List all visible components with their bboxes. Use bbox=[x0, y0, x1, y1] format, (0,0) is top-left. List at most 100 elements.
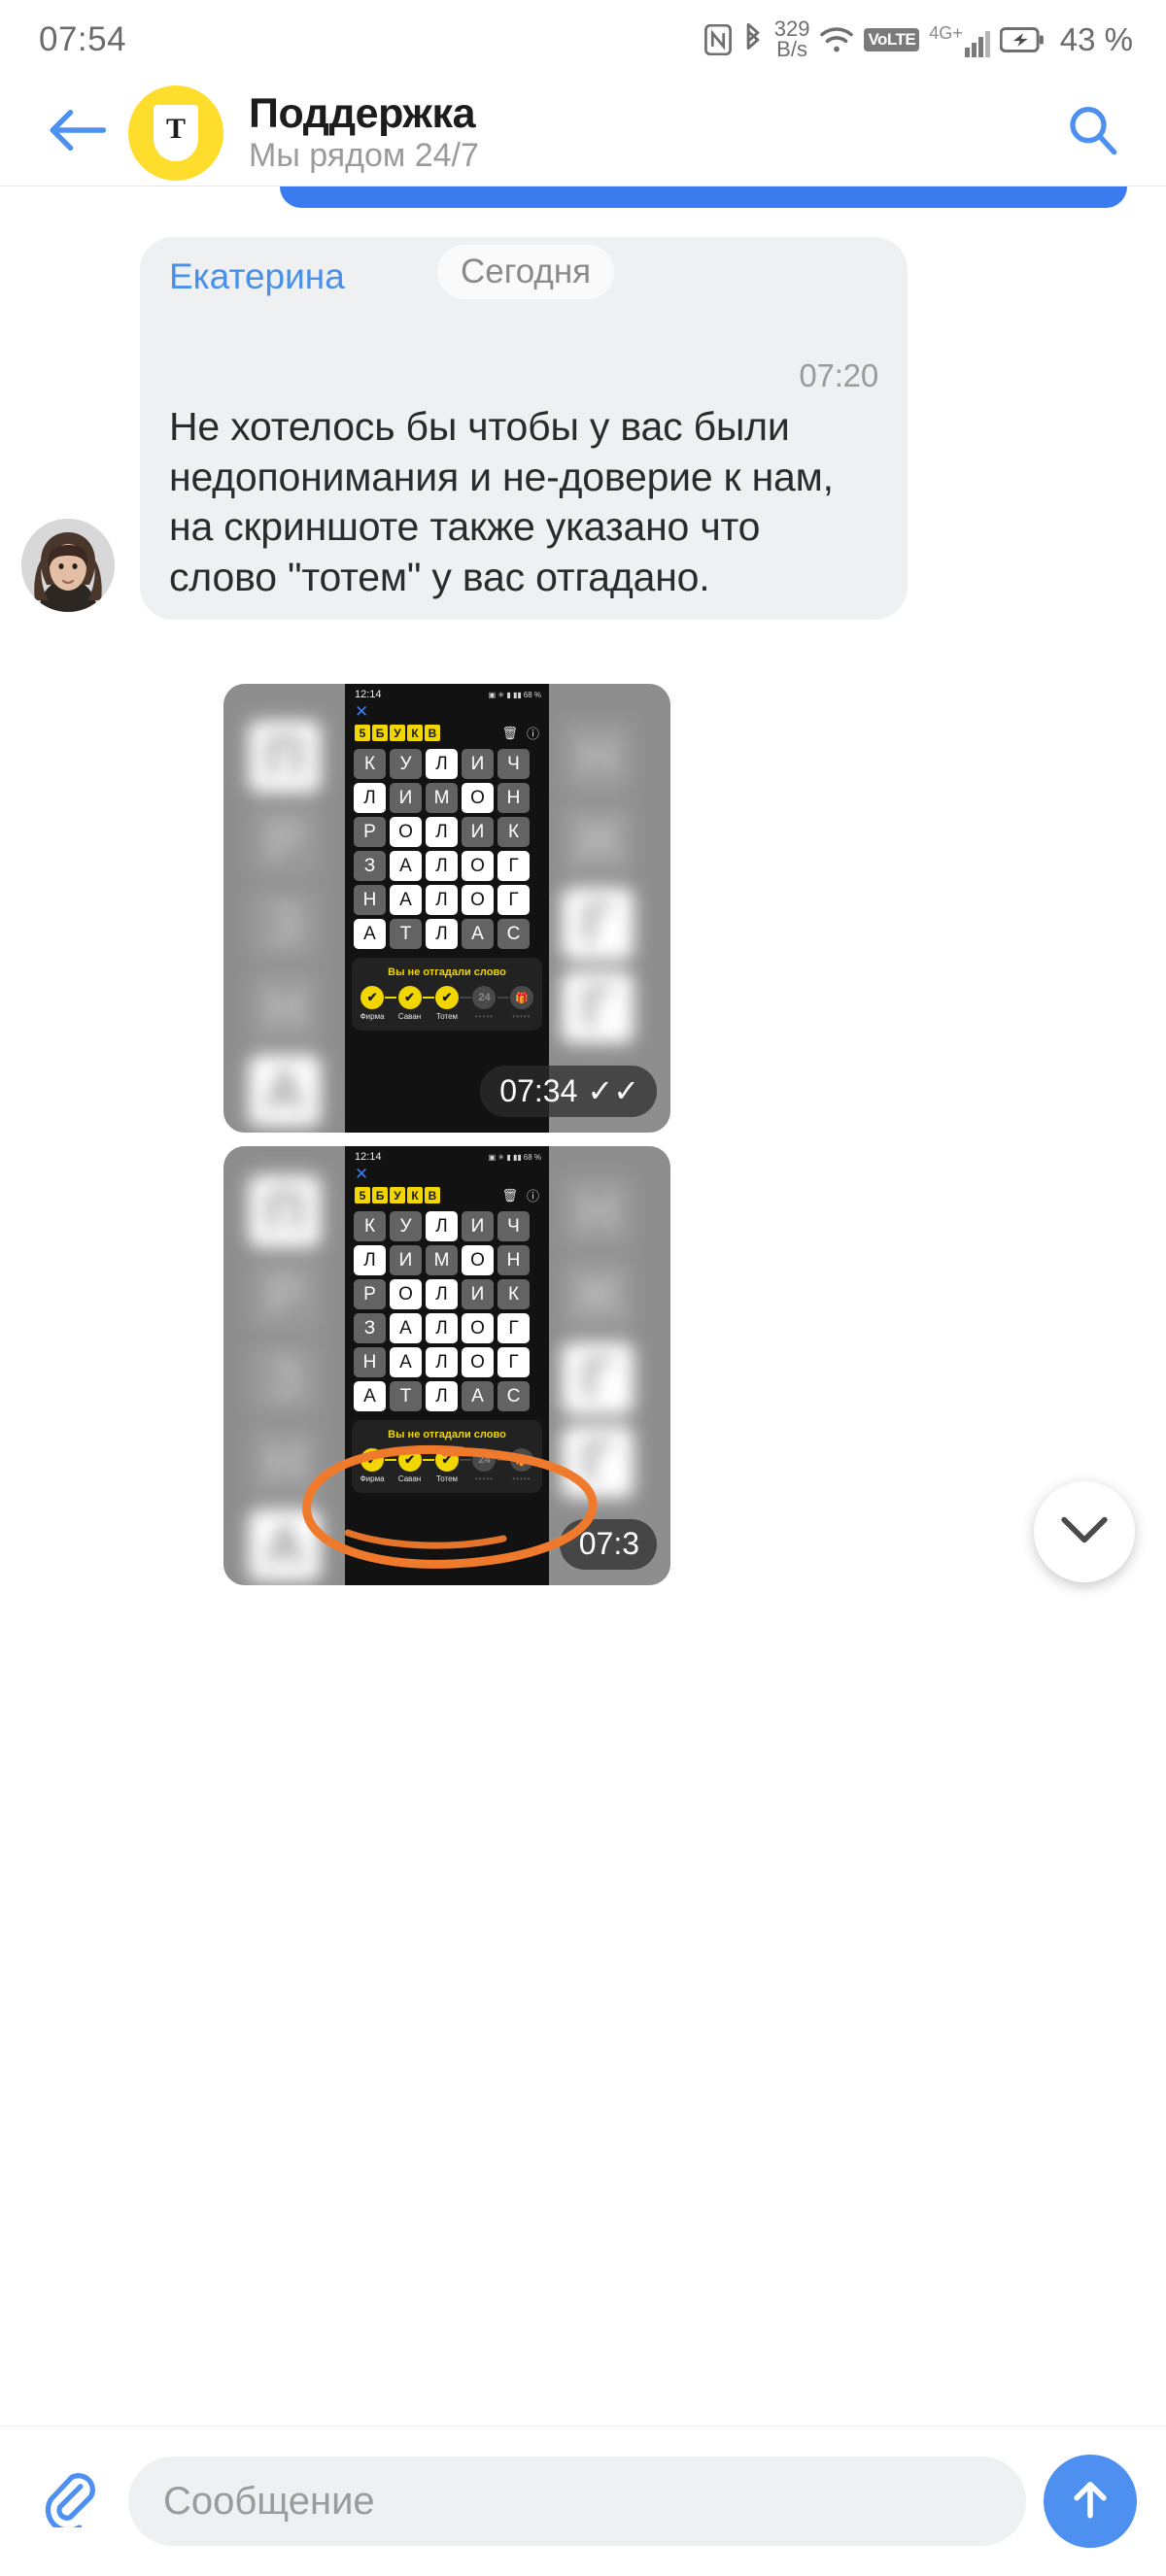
game-progress-track: ✔ Фирма ✔ Саван ✔ Тотем 24 ••••• 🎁 ••••• bbox=[360, 1448, 534, 1483]
check-icon: ✔ bbox=[397, 986, 422, 1009]
send-arrow-up-icon bbox=[1066, 2475, 1115, 2528]
letter-cell: Л bbox=[426, 1347, 458, 1377]
word-row: НАЛОГ bbox=[354, 885, 540, 915]
progress-node: 🎁 ••••• bbox=[509, 1448, 534, 1483]
letter-cell: О bbox=[390, 817, 422, 847]
letter-cell: Л bbox=[426, 749, 458, 779]
progress-link bbox=[385, 1458, 397, 1461]
status-bar: 07:54 329 B/s VoLTE 4G+ 43 % bbox=[0, 0, 1166, 80]
date-chip: Сегодня bbox=[437, 245, 615, 299]
network-speed: 329 B/s bbox=[774, 18, 810, 61]
brand-avatar[interactable] bbox=[128, 85, 223, 181]
letter-cell: Л bbox=[426, 1313, 458, 1343]
progress-label: Фирма bbox=[360, 1012, 385, 1021]
progress-label: Тотем bbox=[435, 1474, 459, 1483]
game-status-bar: 12:14 ▣ ✳ ▮ ▮▮ 68 % bbox=[345, 684, 549, 700]
info-icon[interactable]: ⓘ bbox=[527, 724, 539, 742]
game-status-time: 12:14 bbox=[355, 689, 382, 700]
attachment-time-text-1: 07:34 bbox=[499, 1072, 578, 1108]
check-icon: ✔ bbox=[360, 1448, 385, 1472]
logo-letter-4: В bbox=[425, 1187, 440, 1203]
letter-cell: К bbox=[497, 817, 530, 847]
message-input-placeholder: Сообщение bbox=[163, 2479, 375, 2523]
chat-header: Поддержка Мы рядом 24/7 bbox=[0, 80, 1166, 186]
signal-bars bbox=[964, 30, 990, 57]
progress-link bbox=[497, 1458, 509, 1461]
letter-cell: И bbox=[390, 783, 422, 813]
attach-button[interactable] bbox=[27, 2459, 111, 2543]
progress-link bbox=[422, 1458, 434, 1461]
message-composer: Сообщение bbox=[0, 2425, 1166, 2576]
progress-node: ✔ Тотем bbox=[434, 1448, 460, 1483]
letter-cell: Р bbox=[354, 817, 386, 847]
back-arrow-icon bbox=[48, 107, 107, 158]
game-status-icons: ▣ ✳ ▮ ▮▮ 68 % bbox=[488, 690, 541, 699]
game-toolbar: 🗑 ⓘ bbox=[501, 1186, 539, 1204]
word-row: РОЛИК bbox=[354, 817, 540, 847]
game-result-title: Вы не отгадали слово bbox=[388, 1429, 506, 1441]
previous-outgoing-bubble[interactable] bbox=[280, 186, 1127, 208]
back-button[interactable] bbox=[39, 95, 115, 171]
close-icon[interactable]: ✕ bbox=[345, 1163, 549, 1182]
header-text[interactable]: Поддержка Мы рядом 24/7 bbox=[249, 89, 1055, 175]
letter-cell: Л bbox=[426, 1279, 458, 1309]
progress-label: ••••• bbox=[512, 1012, 532, 1021]
progress-link bbox=[422, 996, 434, 999]
word-row: НАЛОГ bbox=[354, 1347, 540, 1377]
letter-cell: М bbox=[426, 783, 458, 813]
attachment-screenshot-2[interactable]: П Р З Н А Н Ж Г Г 12:14 ▣ ✳ ▮ ▮▮ 68 % ✕ … bbox=[223, 1146, 670, 1585]
letter-cell: О bbox=[390, 1279, 422, 1309]
letter-cell: С bbox=[497, 1381, 530, 1411]
progress-label: Саван bbox=[397, 1474, 422, 1483]
chevron-down-icon bbox=[1059, 1513, 1110, 1551]
letter-cell: О bbox=[462, 851, 494, 881]
letter-cell: Р bbox=[354, 1279, 386, 1309]
paperclip-icon bbox=[41, 2471, 97, 2533]
letter-cell: И bbox=[462, 749, 494, 779]
progress-label: Фирма bbox=[360, 1474, 385, 1483]
tinkoff-shield-icon bbox=[154, 104, 198, 161]
network-speed-unit: B/s bbox=[776, 37, 807, 61]
trash-icon[interactable]: 🗑 bbox=[501, 1188, 518, 1203]
scroll-to-bottom-button[interactable] bbox=[1034, 1481, 1135, 1582]
progress-node: ✔ Тотем bbox=[434, 986, 460, 1021]
progress-label: Саван bbox=[397, 1012, 422, 1021]
message-text: 07:20 Не хотелось бы чтобы у вас были не… bbox=[169, 302, 878, 603]
logo-letter-3: К bbox=[407, 725, 423, 741]
attachment-screenshot-1[interactable]: П Р З Н А Н Ж Г Г 12:14 ▣ ✳ ▮ ▮▮ 68 % ✕ … bbox=[223, 684, 670, 1133]
game-logo-row: 5 Б У К В 🗑 ⓘ bbox=[345, 720, 549, 742]
search-button[interactable] bbox=[1055, 96, 1129, 170]
close-icon[interactable]: ✕ bbox=[345, 700, 549, 720]
letter-cell: О bbox=[462, 885, 494, 915]
game-status-battery: 68 % bbox=[523, 1152, 541, 1162]
letter-cell: С bbox=[497, 919, 530, 949]
letter-cell: К bbox=[497, 1279, 530, 1309]
message-input[interactable]: Сообщение bbox=[128, 2457, 1026, 2546]
send-button[interactable] bbox=[1044, 2455, 1137, 2548]
letter-cell: Г bbox=[497, 851, 530, 881]
word-grid: КУЛИЧЛИМОНРОЛИКЗАЛОГНАЛОГАТЛАС bbox=[345, 1204, 549, 1411]
logo-letter-3: К bbox=[407, 1187, 423, 1203]
page-title: Поддержка bbox=[249, 89, 476, 137]
letter-cell: Л bbox=[426, 919, 458, 949]
countdown-badge: 24 bbox=[472, 1448, 497, 1472]
letter-cell: И bbox=[462, 1211, 494, 1241]
info-icon[interactable]: ⓘ bbox=[527, 1186, 539, 1204]
letter-cell: А bbox=[462, 1381, 494, 1411]
letter-cell: К bbox=[354, 749, 386, 779]
read-receipt-icon-1: ✓✓ bbox=[587, 1073, 639, 1108]
letter-cell: З bbox=[354, 1313, 386, 1343]
status-clock: 07:54 bbox=[39, 20, 127, 58]
progress-node: 🎁 ••••• bbox=[509, 986, 534, 1021]
chat-message-list[interactable]: Екатерина 07:20 Не хотелось бы чтобы у в… bbox=[0, 186, 1166, 2474]
nfc-icon bbox=[703, 24, 732, 55]
letter-cell: Ч bbox=[497, 749, 530, 779]
avatar[interactable] bbox=[21, 519, 115, 613]
letter-cell: Л bbox=[426, 885, 458, 915]
trash-icon[interactable]: 🗑 bbox=[501, 726, 518, 741]
game-progress-track: ✔ Фирма ✔ Саван ✔ Тотем 24 ••••• 🎁 ••••• bbox=[360, 986, 534, 1021]
letter-cell: О bbox=[462, 1245, 494, 1275]
letter-cell: Л bbox=[426, 1381, 458, 1411]
letter-cell: И bbox=[390, 1245, 422, 1275]
countdown-badge: 24 bbox=[472, 986, 497, 1009]
